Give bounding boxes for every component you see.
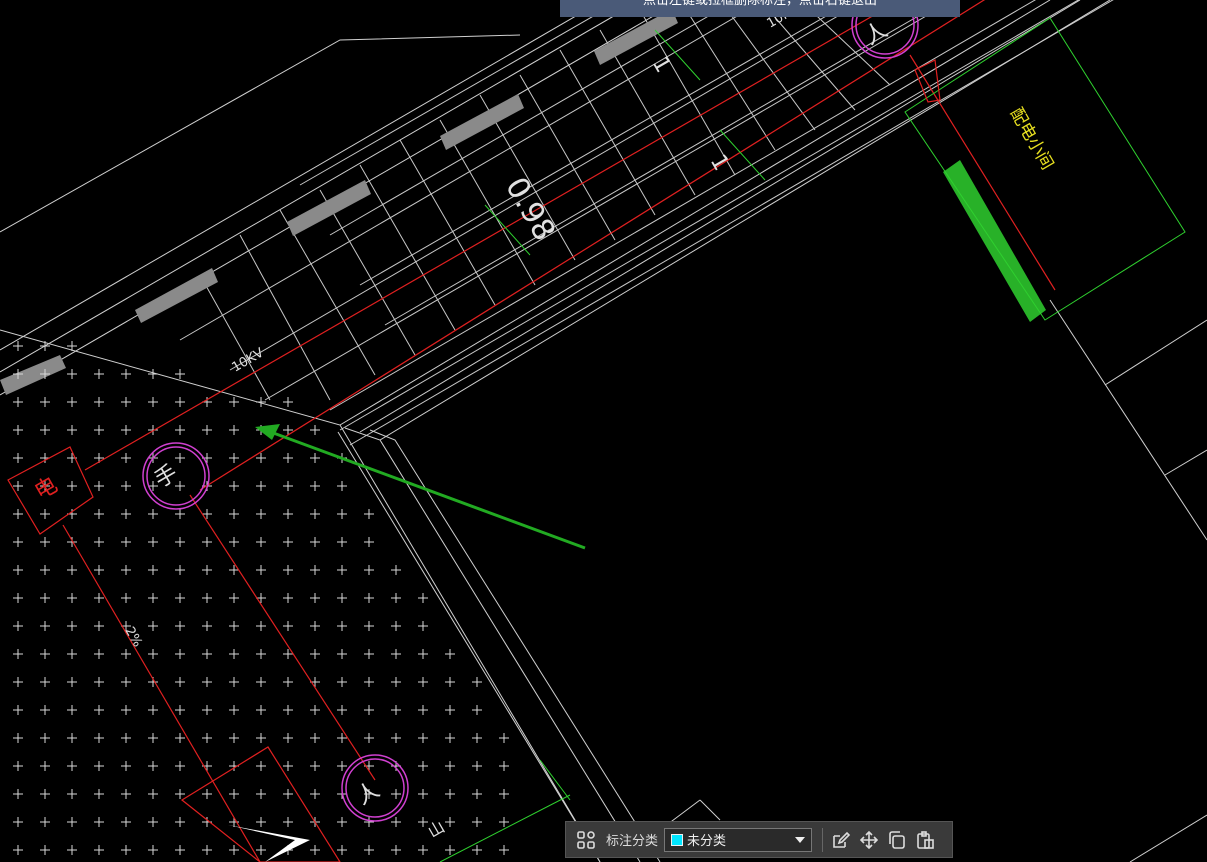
category-select[interactable]: 未分类 xyxy=(664,827,813,852)
copy-icon[interactable] xyxy=(883,826,911,854)
box-label: 电 xyxy=(31,473,63,506)
manhole-label-1: 手 xyxy=(151,461,183,494)
edit-icon[interactable] xyxy=(827,826,855,854)
dimension-label-a: 1 xyxy=(647,53,676,78)
cable-slope-label: 2% xyxy=(122,625,145,650)
cad-drawing-canvas[interactable]: 10KV 10KV 0.98 1 1 配电小间 电 手 人 人 2% 山 xyxy=(0,0,1207,862)
chevron-down-icon xyxy=(795,836,806,843)
category-value: 未分类 xyxy=(687,834,727,849)
north-arrow xyxy=(228,825,310,862)
pavement-cross-pattern xyxy=(13,341,509,855)
paste-icon[interactable] xyxy=(911,826,939,854)
room-label: 配电小间 xyxy=(1006,105,1057,174)
switch-room-hatch xyxy=(943,160,1046,322)
category-color-swatch xyxy=(671,833,684,846)
category-label: 标注分类 xyxy=(606,834,659,849)
corner-label: 山 xyxy=(425,817,448,841)
pointer-arrow xyxy=(255,424,586,550)
dimension-lines xyxy=(439,17,1186,862)
command-hint-bar: 点击左键或拉框删除标注，点击右键退出 xyxy=(560,0,960,17)
cable-route xyxy=(62,0,1056,862)
voltage-label-left: 10KV xyxy=(230,345,267,375)
command-hint-text: 点击左键或拉框删除标注，点击右键退出 xyxy=(642,0,877,8)
curb-blocks xyxy=(0,9,678,395)
manholes xyxy=(142,0,919,822)
paving-grid xyxy=(179,0,1114,446)
distribution-box xyxy=(7,59,941,862)
annotation-toolbar: 标注分类 未分类 xyxy=(565,821,953,858)
toolbar-divider xyxy=(822,827,824,852)
grid-icon[interactable] xyxy=(572,826,600,854)
move-icon[interactable] xyxy=(855,826,883,854)
manhole-label-2: 人 xyxy=(353,778,385,811)
street-outline xyxy=(0,0,683,396)
